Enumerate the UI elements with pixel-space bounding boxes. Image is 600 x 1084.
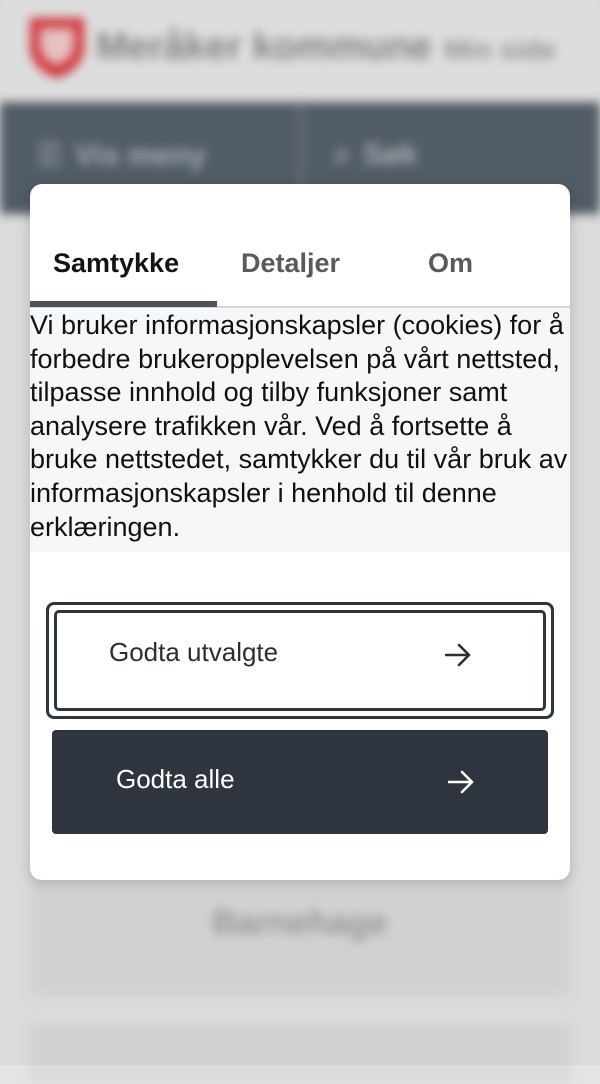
arrow-right-icon: [445, 643, 471, 667]
tab-details[interactable]: Detaljer: [241, 248, 340, 279]
accept-selected-label: Godta utvalgte: [109, 637, 279, 667]
consent-description: Vi bruker informasjonskapsler (cookies) …: [30, 309, 570, 553]
accept-all-button[interactable]: Godta alle: [52, 730, 548, 834]
cookie-consent-dialog: Samtykke Detaljer Om Vi bruker informasj…: [30, 184, 570, 880]
tab-consent[interactable]: Samtykke: [53, 248, 179, 279]
accept-selected-button[interactable]: Godta utvalgte: [46, 602, 554, 719]
tab-about[interactable]: Om: [428, 248, 473, 279]
arrow-right-icon: [448, 770, 474, 794]
active-tab-indicator: [30, 301, 217, 307]
accept-all-label: Godta alle: [116, 764, 235, 794]
dialog-tabs: Samtykke Detaljer Om: [30, 184, 570, 308]
